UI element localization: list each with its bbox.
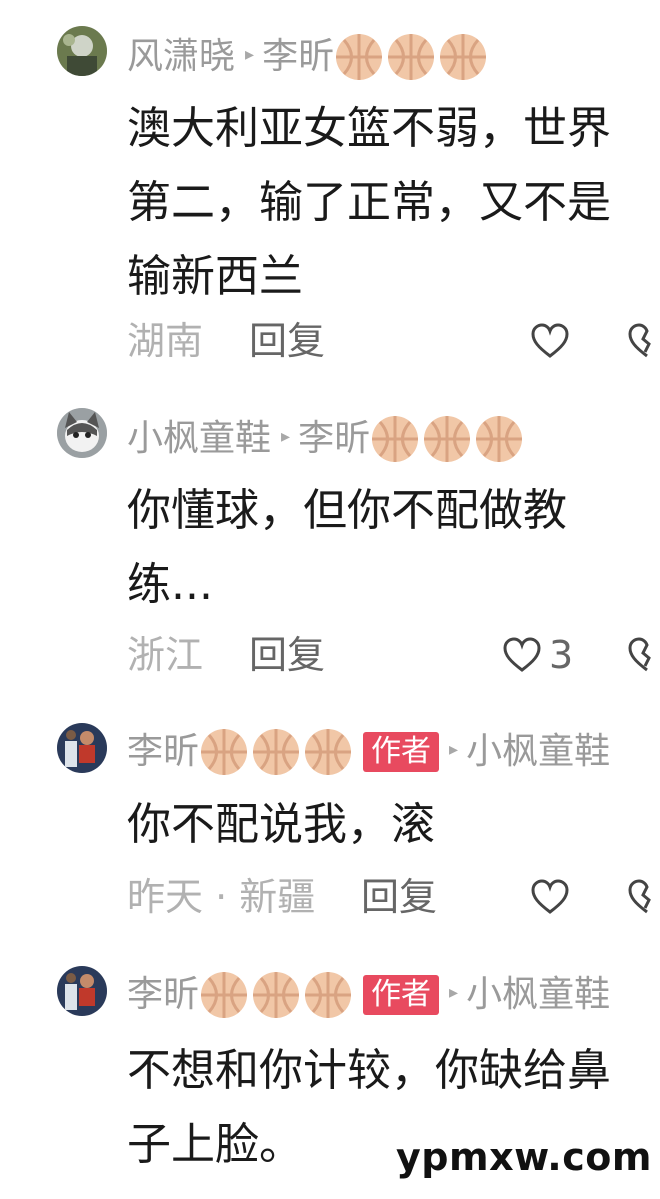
comment-location: 湖南 xyxy=(127,319,204,363)
author-badge: 作者 xyxy=(363,975,440,1015)
reply-to-username[interactable]: 李昕 xyxy=(298,414,370,464)
basketball-icon xyxy=(253,972,300,1018)
user-avatar[interactable] xyxy=(57,723,107,773)
dislike-heart-icon[interactable] xyxy=(627,322,660,360)
user-avatar[interactable] xyxy=(57,966,107,1016)
user-avatar[interactable] xyxy=(57,26,107,76)
comment-time-location: 昨天 · 新疆 xyxy=(127,875,316,919)
comment-text: 澳大利亚女篮不弱，世界 第二，输了正常，又不是 输新西兰 xyxy=(127,103,611,302)
basketball-icon xyxy=(201,729,248,775)
like-heart-icon[interactable] xyxy=(530,322,570,360)
reply-arrow-icon: ▸ xyxy=(245,44,255,65)
reply-button[interactable]: 回复 xyxy=(249,316,325,366)
reply-to-username[interactable]: 李昕 xyxy=(262,32,334,82)
basketball-icon xyxy=(372,416,419,462)
user-avatar[interactable] xyxy=(57,408,107,458)
basketball-icon xyxy=(440,34,487,80)
basketball-icon xyxy=(336,34,383,80)
comment-text: 你懂球，但你不配做教 练... xyxy=(127,485,567,610)
reply-arrow-icon: ▸ xyxy=(281,426,291,447)
author-badge: 作者 xyxy=(363,732,440,772)
comment-location: 浙江 xyxy=(127,633,204,677)
reply-arrow-icon: ▸ xyxy=(449,982,459,1003)
basketball-icon xyxy=(424,416,471,462)
comment-username[interactable]: 风潇晓 xyxy=(127,32,235,82)
basketball-icon xyxy=(305,729,352,775)
basketball-icon xyxy=(201,972,248,1018)
reply-button[interactable]: 回复 xyxy=(361,872,437,922)
comment-username[interactable]: 李昕 xyxy=(127,727,199,777)
dislike-heart-icon[interactable] xyxy=(627,636,660,674)
basketball-icon xyxy=(253,729,300,775)
reply-arrow-icon: ▸ xyxy=(449,739,459,760)
like-heart-icon[interactable] xyxy=(502,636,542,674)
comment-text: 你不配说我，滚 xyxy=(127,799,435,850)
reply-button[interactable]: 回复 xyxy=(249,630,325,680)
watermark: ypmxw.com xyxy=(396,1135,652,1179)
reply-to-username[interactable]: 小枫童鞋 xyxy=(466,727,610,777)
dislike-heart-icon[interactable] xyxy=(627,878,660,916)
like-count: 3 xyxy=(549,633,574,677)
comment-username[interactable]: 李昕 xyxy=(127,970,199,1020)
like-heart-icon[interactable] xyxy=(530,878,570,916)
comment-username[interactable]: 小枫童鞋 xyxy=(127,414,271,464)
reply-to-username[interactable]: 小枫童鞋 xyxy=(466,970,610,1020)
basketball-icon xyxy=(388,34,435,80)
basketball-icon xyxy=(476,416,523,462)
basketball-icon xyxy=(305,972,352,1018)
